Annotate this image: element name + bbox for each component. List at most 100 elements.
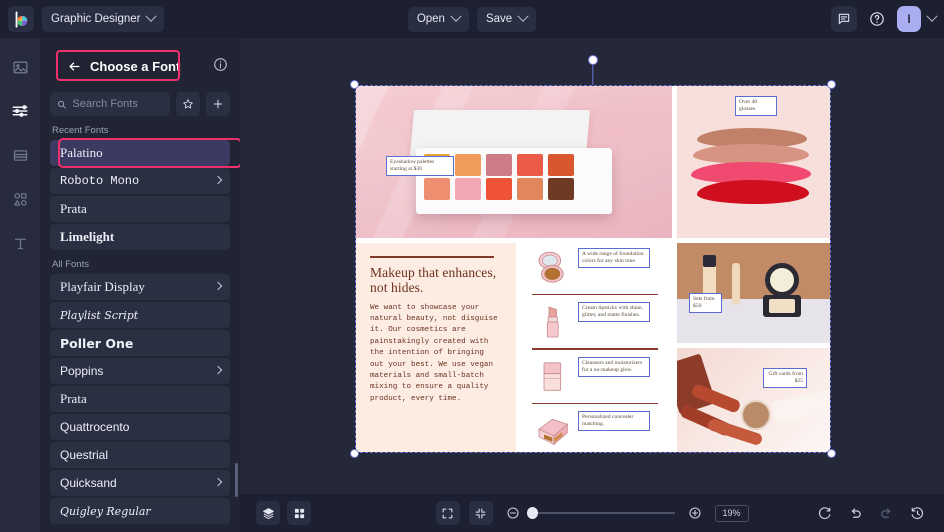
zoom-slider[interactable]: [526, 507, 675, 520]
chevron-right-icon[interactable]: [213, 175, 223, 185]
font-row-questrial[interactable]: Questrial: [50, 442, 230, 468]
feature-row-concealer[interactable]: Personalized concealer matching.: [520, 406, 673, 452]
chevron-right-icon[interactable]: [213, 281, 223, 291]
history-button[interactable]: [906, 502, 928, 524]
undo-button[interactable]: [844, 502, 866, 524]
font-row-quigley-regular[interactable]: Quigley Regular: [50, 498, 230, 524]
document-name-dropdown[interactable]: Graphic Designer: [42, 6, 165, 32]
search-icon: [58, 100, 66, 108]
grid-view-button[interactable]: [287, 501, 311, 525]
font-name-label: Poller One: [60, 335, 134, 351]
text-frame-sets-caption[interactable]: Sets from $50: [689, 293, 722, 313]
add-font-button[interactable]: [206, 92, 230, 116]
rail-item-text[interactable]: [7, 230, 33, 256]
font-row-playlist-script[interactable]: Playlist Script: [50, 302, 230, 328]
font-row-poppins[interactable]: Poppins: [50, 358, 230, 384]
feature-row-cleanser[interactable]: Cleansers and moisturizers for a no-make…: [520, 352, 673, 401]
comments-button[interactable]: [831, 6, 857, 32]
text-frame-feature-2[interactable]: Cream lipsticks with shine, glitter, and…: [578, 302, 650, 323]
rail-item-adjustments[interactable]: [7, 98, 33, 124]
feature-divider-2: [532, 348, 658, 350]
design-cell-sets[interactable]: Sets from $50: [677, 243, 830, 343]
font-name-label: Quicksand: [60, 476, 117, 490]
design-cell-copy[interactable]: Makeup that enhances, not hides. We want…: [356, 243, 516, 452]
feature-row-foundation[interactable]: A wide range of foundation colors for an…: [520, 243, 673, 292]
bottom-toolbar: 19%: [240, 494, 944, 532]
open-button[interactable]: Open: [407, 6, 469, 32]
zoom-to-selection-icon: [475, 508, 486, 518]
design-cell-gift[interactable]: Gift cards from $25: [677, 348, 830, 452]
chevron-right-icon[interactable]: [213, 477, 223, 487]
copy-inner: Makeup that enhances, not hides. We want…: [356, 243, 516, 405]
design-cell-hero[interactable]: Eyeshadow palettes starting at $30: [356, 86, 672, 238]
zoom-to-selection-button[interactable]: [468, 501, 493, 525]
app-logo-button[interactable]: [8, 6, 34, 32]
text-frame-gift-caption[interactable]: Gift cards from $25: [763, 368, 807, 388]
concealer-wand: [732, 263, 740, 305]
back-button[interactable]: [62, 54, 86, 78]
font-row-quattrocento[interactable]: Quattrocento: [50, 414, 230, 440]
cleanser-bottle-icon: [543, 362, 562, 391]
design-cell-glosses[interactable]: Over 40 glosses: [677, 86, 830, 238]
rail-item-image[interactable]: [7, 54, 33, 80]
panel-info-button[interactable]: [210, 54, 230, 74]
fit-to-screen-button[interactable]: [435, 501, 460, 525]
copy-divider-rule: [370, 256, 494, 258]
refresh-icon: [818, 506, 830, 519]
search-input-wrapper[interactable]: [50, 92, 170, 116]
font-list-scrollbar[interactable]: [235, 463, 238, 497]
user-avatar[interactable]: I: [897, 6, 921, 32]
design-headline: Makeup that enhances, not hides.: [370, 264, 497, 295]
rotate-stem: [592, 63, 594, 85]
compact-powder-icon: [538, 251, 564, 283]
text-frame-hero-caption[interactable]: Eyeshadow palettes starting at $30: [386, 156, 454, 176]
font-row-palatino[interactable]: Palatino: [50, 138, 240, 168]
colorwheel-logo-icon: [15, 10, 27, 28]
redo-button[interactable]: [875, 502, 897, 524]
font-panel: Choose a Font Search Fonts Recent Fonts …: [40, 38, 240, 532]
font-name-label: Questrial: [60, 448, 109, 462]
rail-item-layout[interactable]: [7, 142, 33, 168]
font-row-limelight[interactable]: Limelight: [50, 224, 230, 250]
search-input[interactable]: [72, 98, 163, 110]
zoom-level-value: 19%: [722, 508, 741, 518]
help-circle-icon: [870, 12, 884, 26]
font-row-playfair-display[interactable]: Playfair Display: [50, 274, 230, 300]
font-row-quicksand[interactable]: Quicksand: [50, 470, 230, 496]
rail-item-shapes[interactable]: [7, 186, 33, 212]
text-frame-feature-1[interactable]: A wide range of foundation colors for an…: [578, 248, 650, 268]
account-chevron-down-icon[interactable]: [926, 10, 938, 22]
concealer-palette-icon: [538, 419, 569, 446]
layers-button[interactable]: [256, 501, 280, 525]
save-button[interactable]: Save: [476, 6, 537, 32]
chevron-right-icon[interactable]: [213, 365, 223, 375]
text-frame-feature-4[interactable]: Personalized concealer matching.: [578, 411, 650, 432]
zoom-in-button[interactable]: [684, 502, 706, 524]
zoom-out-button[interactable]: [502, 502, 524, 524]
design-cell-features[interactable]: A wide range of foundation colors for an…: [520, 243, 673, 452]
recent-fonts-list: Palatino Roboto Mono Prata Limelight: [40, 138, 240, 250]
zoom-slider-knob[interactable]: [526, 507, 538, 520]
image-icon: [12, 61, 28, 73]
favorite-fonts-button[interactable]: [176, 92, 200, 116]
star-icon: [183, 99, 193, 109]
all-fonts-label: All Fonts: [52, 259, 89, 270]
rotate-handle[interactable]: [588, 55, 598, 65]
text-frame-glosses-caption[interactable]: Over 40 glosses: [735, 96, 777, 116]
recent-fonts-label: Recent Fonts: [52, 125, 109, 136]
chevron-down-icon: [450, 10, 462, 22]
text-frame-feature-3[interactable]: Cleansers and moisturizers for a no-make…: [578, 356, 650, 377]
font-row-prata-recent[interactable]: Prata: [50, 196, 230, 222]
zoom-level-field[interactable]: 19%: [714, 504, 749, 522]
font-row-poller-one[interactable]: Poller One: [50, 330, 230, 356]
font-name-label: Quattrocento: [60, 420, 130, 434]
font-row-roboto-mono[interactable]: Roboto Mono: [50, 168, 230, 194]
adjustments-icon: [12, 105, 28, 117]
help-button[interactable]: [864, 6, 890, 32]
canvas-area[interactable]: Eyeshadow palettes starting at $30 Over …: [240, 38, 944, 494]
feature-row-lipstick[interactable]: Cream lipsticks with shine, glitter, and…: [520, 297, 673, 346]
artboard[interactable]: Eyeshadow palettes starting at $30 Over …: [356, 86, 830, 452]
refresh-button[interactable]: [813, 502, 835, 524]
font-name-label: Palatino: [60, 145, 103, 160]
font-row-prata[interactable]: Prata: [50, 386, 230, 412]
